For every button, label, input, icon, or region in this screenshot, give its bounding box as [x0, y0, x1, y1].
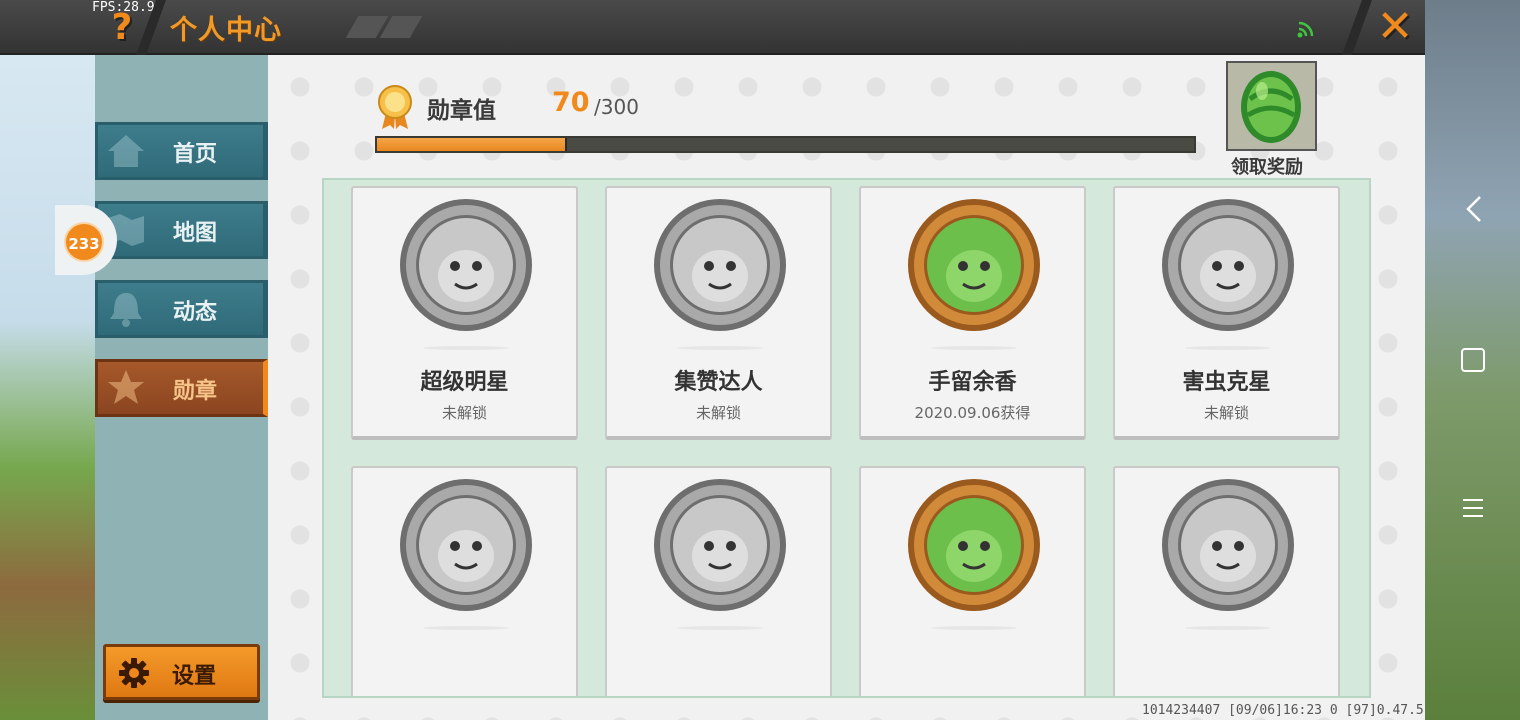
medal-icon [108, 370, 144, 404]
medal-status: 2020.09.06获得 [914, 404, 1031, 422]
medal-shine [677, 346, 763, 350]
medal-card[interactable]: 手留余香 2020.09.06获得 [859, 186, 1086, 440]
medal-value-max: /300 [594, 95, 639, 119]
medal-shine [1185, 346, 1271, 350]
medal-card[interactable]: 集赞达人 未解锁 [605, 186, 832, 440]
medal-card[interactable] [859, 466, 1086, 696]
medal-card[interactable]: 害虫克星 未解锁 [1113, 186, 1340, 440]
medal-ribbon-icon [378, 85, 412, 129]
help-button[interactable]: ? [104, 6, 140, 50]
divider [1341, 0, 1373, 55]
medal-grid: 超级明星 未解锁 集赞达人 未解锁 手留余香 2020.09.06获得 害虫克星 未解锁 [322, 178, 1371, 698]
medal-value-title: 勋章值 [427, 98, 496, 124]
bell-icon [110, 293, 142, 327]
sidebar-item-label: 地图 [173, 221, 218, 246]
medal-card[interactable] [351, 466, 578, 696]
medal-progress-bar [375, 136, 1196, 153]
sidebar-item-feed[interactable]: 动态 [95, 280, 268, 338]
medal-icon [654, 479, 786, 611]
sidebar-item-label: 勋章 [173, 379, 218, 404]
gear-icon [119, 658, 149, 688]
medal-name: 集赞达人 [674, 370, 763, 395]
background-scene-left [0, 55, 95, 720]
sidebar-item-medals[interactable]: 勋章 [95, 359, 268, 417]
back-icon[interactable] [1462, 193, 1486, 225]
settings-button[interactable]: 设置 [103, 644, 260, 700]
notification-badge[interactable]: 233 [64, 222, 104, 262]
medal-icon [908, 199, 1040, 331]
medal-shine [423, 626, 509, 630]
footer-info: 1014234407 [09/06]16:23 0 [97]0.47.5 [1142, 703, 1424, 718]
medal-value-current: 70 [552, 87, 590, 118]
reward-egg-button[interactable] [1226, 61, 1317, 151]
sidebar-item-map[interactable]: 地图 [95, 201, 268, 259]
medal-icon [654, 199, 786, 331]
settings-label: 设置 [172, 664, 217, 689]
sidebar: 首页 地图 动态 勋章 设置 [95, 55, 268, 720]
medal-icon [400, 199, 532, 331]
sidebar-item-label: 首页 [173, 142, 218, 167]
medal-card[interactable] [1113, 466, 1340, 696]
medal-status: 未解锁 [1203, 404, 1249, 422]
reward-label: 领取奖励 [1231, 157, 1303, 178]
sidebar-item-label: 动态 [173, 300, 218, 325]
medal-icon [400, 479, 532, 611]
medal-status: 未解锁 [441, 404, 487, 422]
medal-shine [931, 626, 1017, 630]
medal-shine [677, 626, 763, 630]
sidebar-item-home[interactable]: 首页 [95, 122, 268, 180]
home-icon [108, 135, 144, 167]
medal-shine [931, 346, 1017, 350]
medal-card[interactable] [605, 466, 832, 696]
wifi-icon [1297, 21, 1314, 38]
medal-name: 害虫克星 [1182, 370, 1271, 395]
medal-icon [1162, 479, 1294, 611]
decorative-stripes [345, 16, 423, 40]
medal-panel: 勋章值 70 /300 领取奖励 超级明星 未解锁 集赞达人 未解锁 手留余香 2020.… [268, 55, 1425, 720]
egg-icon [1241, 71, 1301, 143]
page-title: 个人中心 [170, 15, 282, 46]
medal-card[interactable]: 超级明星 未解锁 [351, 186, 578, 440]
medal-name: 手留余香 [928, 370, 1017, 395]
medal-shine [1185, 626, 1271, 630]
medal-progress-fill [377, 138, 568, 151]
top-bar: FPS:28.9 ? 个人中心 ✕ [0, 0, 1425, 55]
medal-name: 超级明星 [420, 370, 509, 395]
medal-icon [908, 479, 1040, 611]
medal-shine [423, 346, 509, 350]
close-button[interactable]: ✕ [1375, 4, 1415, 50]
medal-icon [1162, 199, 1294, 331]
home-nav-icon[interactable] [1461, 348, 1485, 372]
medal-status: 未解锁 [695, 404, 741, 422]
menu-icon[interactable] [1462, 497, 1484, 519]
